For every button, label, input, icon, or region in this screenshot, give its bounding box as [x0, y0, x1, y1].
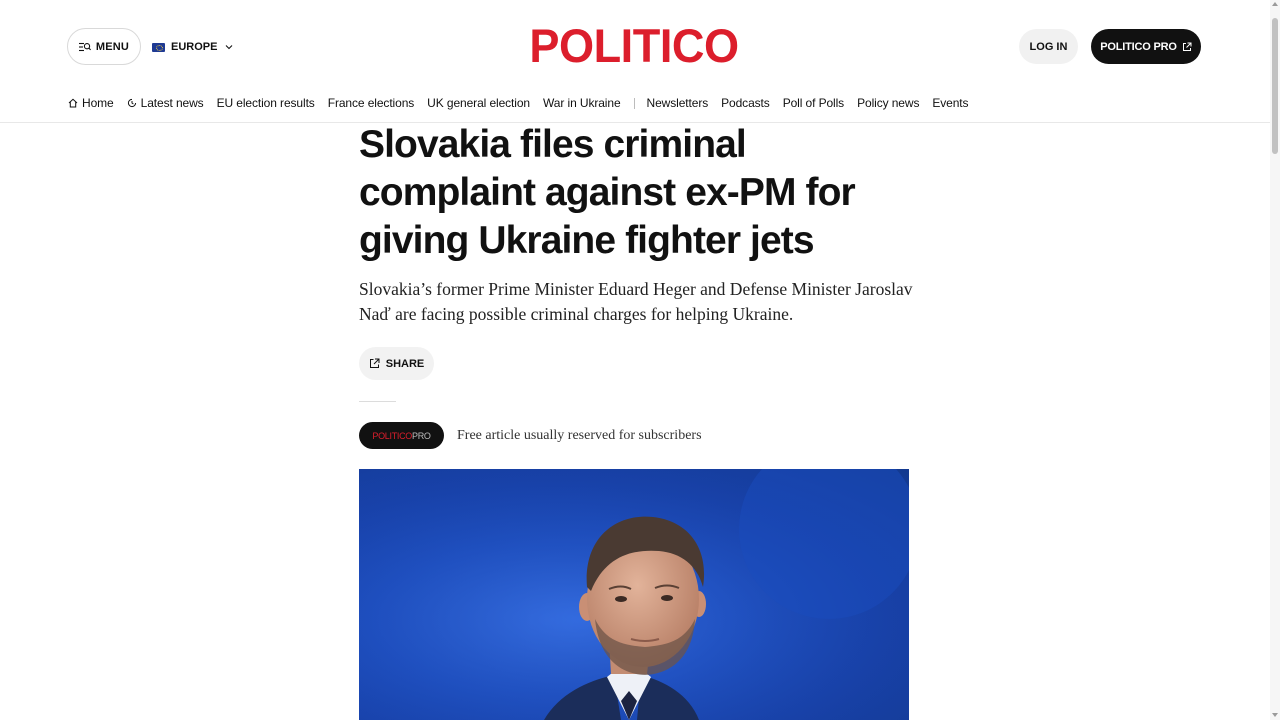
nav-item-uk-general-election[interactable]: UK general election	[427, 96, 530, 110]
menu-button[interactable]: MENU	[67, 28, 141, 65]
scrollbar-thumb[interactable]	[1272, 18, 1278, 154]
politico-pro-button[interactable]: POLITICO PRO	[1091, 29, 1201, 64]
scroll-down-arrow[interactable]	[1272, 713, 1278, 717]
clock-icon	[127, 98, 136, 108]
share-label: SHARE	[385, 357, 425, 370]
free-article-note: Free article usually reserved for subscr…	[457, 428, 702, 443]
edition-label: EUROPE	[171, 41, 218, 53]
main-nav: Home Latest news EU election results Fra…	[68, 94, 981, 112]
nav-item-latest-news[interactable]: Latest news	[127, 96, 204, 110]
nav-item-war-in-ukraine[interactable]: War in Ukraine	[543, 96, 621, 110]
politico-pro-label: POLITICO PRO	[1100, 40, 1177, 53]
site-header: MENU EUROPE POLITICO LOG IN POLITICO PRO	[0, 0, 1270, 92]
nav-item-france-elections[interactable]: France elections	[328, 96, 415, 110]
nav-item-events[interactable]: Events	[932, 96, 968, 110]
nav-item-policy-news[interactable]: Policy news	[857, 96, 919, 110]
nav-item-podcasts[interactable]: Podcasts	[721, 96, 770, 110]
nav-item-newsletters[interactable]: Newsletters	[647, 96, 709, 110]
section-divider	[359, 401, 396, 402]
search-menu-icon	[78, 42, 91, 51]
nav-item-label: Home	[82, 96, 114, 110]
scroll-up-arrow[interactable]	[1272, 2, 1278, 6]
article-dek: Slovakia’s former Prime Minister Eduard …	[359, 279, 913, 324]
portrait-illustration	[359, 469, 909, 720]
politico-pro-badge[interactable]: POLITICO PRO	[359, 422, 444, 449]
edition-selector[interactable]: EUROPE	[152, 40, 233, 54]
nav-item-eu-election-results[interactable]: EU election results	[217, 96, 315, 110]
badge-pro-text: PRO	[412, 430, 431, 441]
eu-flag-icon	[152, 42, 165, 52]
nav-item-label: Latest news	[140, 96, 204, 110]
chevron-down-icon	[226, 45, 233, 50]
politico-logo[interactable]: POLITICO	[527, 20, 740, 72]
nav-item-poll-of-polls[interactable]: Poll of Polls	[783, 96, 845, 110]
share-icon	[369, 358, 380, 368]
login-button[interactable]: LOG IN	[1019, 29, 1078, 64]
nav-item-home[interactable]: Home	[68, 96, 114, 110]
badge-politico-text: POLITICO	[372, 430, 412, 441]
nav-divider	[633, 97, 635, 109]
menu-label: MENU	[95, 40, 130, 53]
share-button[interactable]: SHARE	[359, 347, 434, 380]
article-headline: Slovakia files criminal complaint agains…	[359, 123, 856, 262]
article-lead-image	[359, 469, 909, 720]
home-icon	[68, 98, 78, 108]
external-link-icon	[1182, 42, 1192, 51]
